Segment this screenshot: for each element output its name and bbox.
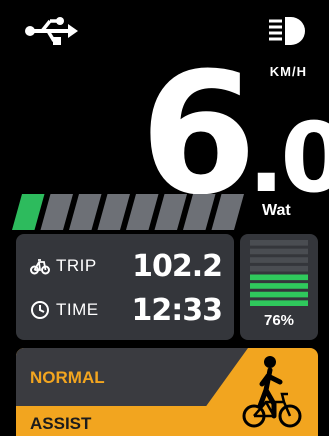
power-segment <box>211 194 244 230</box>
power-segment <box>40 194 73 230</box>
power-segment <box>12 194 45 230</box>
battery-panel: 76% <box>240 234 318 340</box>
power-segment <box>126 194 159 230</box>
power-segment <box>154 194 187 230</box>
speed-decimal: .0 <box>248 102 329 214</box>
time-value: 12:33 <box>131 292 223 328</box>
trip-row: TRIP 102.2 <box>30 248 223 284</box>
power-unit: Wat <box>262 202 291 219</box>
speed-unit: KM/H <box>269 64 307 79</box>
battery-bar <box>250 283 308 289</box>
bicycle-icon <box>30 259 50 275</box>
assist-label: ASSIST <box>30 414 92 433</box>
trip-value: 102.2 <box>132 248 223 284</box>
clock-icon <box>31 301 49 319</box>
trip-time-panel: TRIP 102.2 TIME 12:33 <box>16 234 234 340</box>
battery-percent: 76% <box>263 312 295 329</box>
walk-assist-icon <box>242 356 302 428</box>
assist-mode-label: NORMAL <box>30 368 105 387</box>
ebike-display: 6 .0 KM/H Wat TRIP 102.2 TIME 12:33 76% <box>0 0 329 436</box>
assist-panel: NORMAL ASSIST <box>16 348 318 436</box>
battery-level-bars <box>250 240 308 306</box>
power-bar <box>12 194 244 230</box>
headlight-icon <box>269 17 305 45</box>
time-row: TIME 12:33 <box>30 292 223 328</box>
time-label: TIME <box>56 300 99 319</box>
battery-bar <box>250 274 308 281</box>
battery-bar <box>250 300 308 306</box>
speed-value: 6 <box>140 36 257 232</box>
battery-bar <box>250 240 308 246</box>
battery-bar <box>250 265 308 272</box>
battery-bar <box>250 248 308 255</box>
battery-bar <box>250 257 308 263</box>
power-segment <box>183 194 216 230</box>
power-segment <box>69 194 102 230</box>
trip-label: TRIP <box>56 256 97 275</box>
usb-icon <box>25 17 78 45</box>
battery-bar <box>250 291 308 298</box>
power-segment <box>97 194 130 230</box>
